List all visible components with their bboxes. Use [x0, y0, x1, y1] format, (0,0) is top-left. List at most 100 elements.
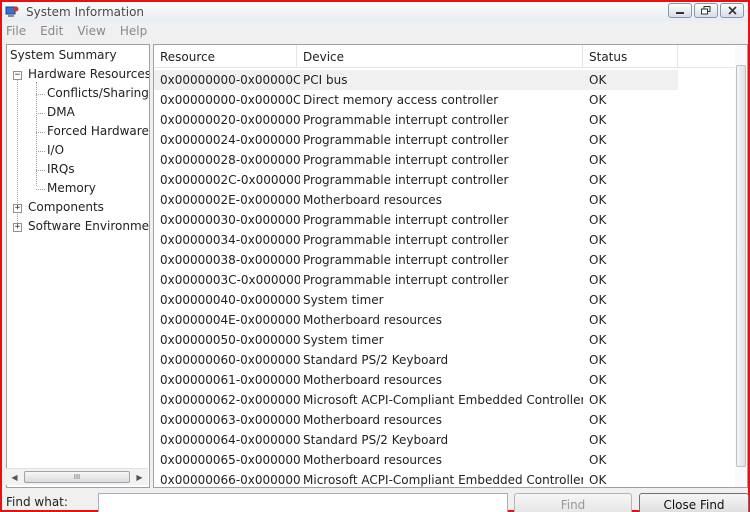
tree-item-components[interactable]: Components: [28, 200, 104, 214]
status-cell: OK: [589, 233, 607, 247]
resource-cell: 0x00000020-0x000000...: [160, 113, 300, 127]
close-icon: [727, 6, 737, 15]
details-list[interactable]: Resource Device Status 0x00000000-0x0000…: [153, 44, 748, 488]
resource-cell: 0x00000000-0x00000C...: [160, 73, 300, 87]
table-row[interactable]: 0x00000065-0x000000... Motherboard resour…: [154, 450, 678, 470]
menu-bar: File Edit View Help: [2, 21, 748, 41]
resource-cell: 0x00000024-0x000000...: [160, 133, 300, 147]
tree-item-irqs[interactable]: IRQs: [47, 162, 75, 176]
title-bar[interactable]: System Information: [2, 2, 748, 21]
status-cell: OK: [589, 313, 607, 327]
close-window-button[interactable]: [720, 3, 744, 18]
table-row[interactable]: 0x00000024-0x000000... Programmable inter…: [154, 130, 678, 150]
find-what-input[interactable]: [98, 493, 508, 512]
resource-cell: 0x00000063-0x000000...: [160, 413, 300, 427]
device-cell: Motherboard resources: [303, 313, 442, 327]
minimize-icon: [676, 11, 684, 14]
table-row[interactable]: 0x0000004E-0x0000004F Motherboard resourc…: [154, 310, 678, 330]
menu-edit[interactable]: Edit: [40, 24, 63, 38]
status-cell: OK: [589, 353, 607, 367]
resource-cell: 0x00000040-0x000000...: [160, 293, 300, 307]
scroll-right-icon[interactable]: ▶: [132, 470, 147, 485]
scroll-left-icon[interactable]: ◀: [7, 470, 22, 485]
scroll-thumb[interactable]: III: [24, 471, 130, 483]
device-cell: Programmable interrupt controller: [303, 173, 509, 187]
status-cell: OK: [589, 373, 607, 387]
table-row[interactable]: 0x00000034-0x000000... Programmable inter…: [154, 230, 678, 250]
device-cell: Motherboard resources: [303, 453, 442, 467]
expand-icon[interactable]: +: [13, 223, 22, 232]
expand-icon[interactable]: +: [13, 204, 22, 213]
menu-view[interactable]: View: [77, 24, 105, 38]
tree-horizontal-scrollbar[interactable]: ◀ III ▶: [6, 468, 148, 485]
status-cell: OK: [589, 193, 607, 207]
status-cell: OK: [589, 253, 607, 267]
table-row[interactable]: 0x00000063-0x000000... Motherboard resour…: [154, 410, 678, 430]
tree-connector: [36, 113, 45, 114]
status-cell: OK: [589, 273, 607, 287]
column-header-status[interactable]: Status: [583, 45, 678, 68]
device-cell: Standard PS/2 Keyboard: [303, 433, 449, 447]
table-row[interactable]: 0x00000038-0x000000... Programmable inter…: [154, 250, 678, 270]
tree-item-dma[interactable]: DMA: [47, 105, 75, 119]
tree-item-hardware-resources[interactable]: Hardware Resources: [28, 67, 149, 81]
device-cell: Programmable interrupt controller: [303, 133, 509, 147]
find-what-label: Find what:: [6, 495, 68, 509]
tree-item-software-environment[interactable]: Software Environment: [28, 219, 149, 233]
table-row[interactable]: 0x0000002E-0x0000002F Motherboard resourc…: [154, 190, 678, 210]
table-row[interactable]: 0x00000028-0x000000... Programmable inter…: [154, 150, 678, 170]
menu-file[interactable]: File: [6, 24, 26, 38]
tree-connector: [36, 132, 45, 133]
resource-cell: 0x00000066-0x000000...: [160, 473, 300, 487]
minimize-button[interactable]: [668, 3, 692, 18]
table-row[interactable]: 0x00000060-0x000000... Standard PS/2 Keyb…: [154, 350, 678, 370]
resource-cell: 0x00000034-0x000000...: [160, 233, 300, 247]
device-cell: Programmable interrupt controller: [303, 213, 509, 227]
system-information-window: System Information File Edit View Help S…: [0, 0, 750, 512]
tree-item-system-summary[interactable]: System Summary: [10, 48, 117, 62]
table-row[interactable]: 0x00000020-0x000000... Programmable inter…: [154, 110, 678, 130]
status-cell: OK: [589, 113, 607, 127]
status-cell: OK: [589, 473, 607, 487]
tree-connector: [36, 189, 45, 190]
resource-cell: 0x0000002C-0x000000...: [160, 173, 300, 187]
find-button[interactable]: Find: [514, 493, 632, 512]
device-cell: Programmable interrupt controller: [303, 113, 509, 127]
find-bar: Find what: Find Close Find: [2, 490, 749, 512]
resource-cell: 0x00000050-0x000000...: [160, 333, 300, 347]
resource-cell: 0x0000002E-0x0000002F: [160, 193, 300, 207]
table-row[interactable]: 0x00000040-0x000000... System timer OK: [154, 290, 678, 310]
table-row[interactable]: 0x00000066-0x000000... Microsoft ACPI-Com…: [154, 470, 678, 487]
restore-button[interactable]: [694, 3, 718, 18]
device-cell: PCI bus: [303, 73, 348, 87]
table-row[interactable]: 0x00000061-0x000000... Motherboard resour…: [154, 370, 678, 390]
table-row[interactable]: 0x00000000-0x00000C... PCI bus OK: [154, 70, 678, 90]
resource-cell: 0x0000004E-0x0000004F: [160, 313, 300, 327]
device-cell: Motherboard resources: [303, 373, 442, 387]
list-vertical-scrollbar[interactable]: [735, 45, 747, 487]
column-header-row: Resource Device Status: [154, 45, 747, 68]
collapse-icon[interactable]: −: [13, 71, 22, 80]
category-tree[interactable]: System Summary − Hardware Resources Conf…: [6, 44, 150, 488]
column-header-device[interactable]: Device: [297, 45, 583, 68]
tree-connector: [36, 170, 45, 171]
table-row[interactable]: 0x0000002C-0x000000... Programmable inter…: [154, 170, 678, 190]
table-row[interactable]: 0x00000062-0x000000... Microsoft ACPI-Com…: [154, 390, 678, 410]
close-find-button[interactable]: Close Find: [639, 493, 749, 512]
resource-cell: 0x00000061-0x000000...: [160, 373, 300, 387]
scroll-thumb[interactable]: [736, 65, 746, 467]
tree-item-memory[interactable]: Memory: [47, 181, 96, 195]
table-row[interactable]: 0x0000003C-0x000000... Programmable inter…: [154, 270, 678, 290]
table-row[interactable]: 0x00000000-0x00000C... Direct memory acce…: [154, 90, 678, 110]
tree-item-io[interactable]: I/O: [47, 143, 64, 157]
table-row[interactable]: 0x00000064-0x000000... Standard PS/2 Keyb…: [154, 430, 678, 450]
table-row[interactable]: 0x00000050-0x000000... System timer OK: [154, 330, 678, 350]
menu-help[interactable]: Help: [120, 24, 147, 38]
column-header-resource[interactable]: Resource: [154, 45, 297, 68]
resource-cell: 0x00000064-0x000000...: [160, 433, 300, 447]
table-row[interactable]: 0x00000030-0x000000... Programmable inter…: [154, 210, 678, 230]
status-cell: OK: [589, 93, 607, 107]
resource-cell: 0x00000000-0x00000C...: [160, 93, 300, 107]
tree-item-conflicts-sharing[interactable]: Conflicts/Sharing: [47, 86, 149, 100]
tree-item-forced-hardware[interactable]: Forced Hardware: [47, 124, 149, 138]
